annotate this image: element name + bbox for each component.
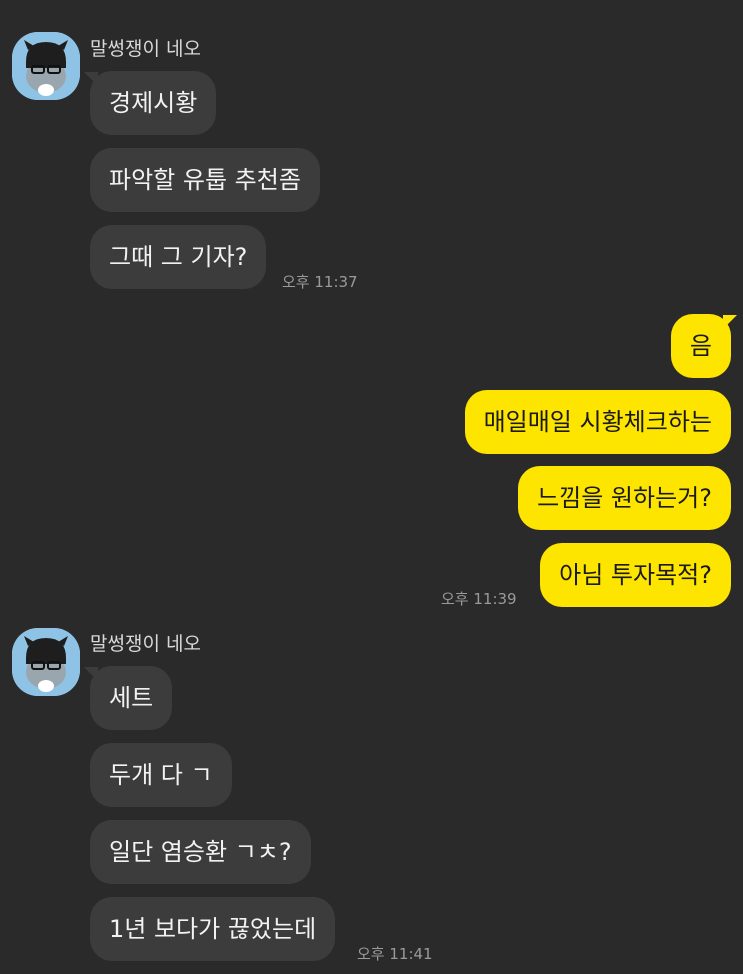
message-bubble[interactable]: 파악할 유툽 추천좀 xyxy=(90,148,320,212)
message-bubble[interactable]: 음 xyxy=(670,314,731,378)
sender-name: 말썽쟁이 네오 xyxy=(90,38,201,60)
message-bubble[interactable]: 두개 다 ㄱ xyxy=(90,743,232,807)
cat-character-icon xyxy=(12,32,80,100)
sender-name: 말썽쟁이 네오 xyxy=(90,633,201,655)
message-bubble[interactable]: 그때 그 기자? xyxy=(90,225,267,289)
message-bubble[interactable]: 경제시황 xyxy=(90,71,217,135)
message-bubble[interactable]: 세트 xyxy=(90,666,173,730)
message-timestamp: 오후 11:37 xyxy=(282,273,358,291)
message-bubble[interactable]: 1년 보다가 끊었는데 xyxy=(90,897,336,961)
message-bubble[interactable]: 일단 염승환 ㄱㅊ? xyxy=(90,820,311,884)
avatar[interactable] xyxy=(12,32,80,100)
message-timestamp: 오후 11:41 xyxy=(357,945,433,963)
message-bubble[interactable]: 아님 투자목적? xyxy=(540,543,731,607)
message-timestamp: 오후 11:39 xyxy=(441,590,517,608)
avatar[interactable] xyxy=(12,628,80,696)
cat-character-icon xyxy=(12,628,80,696)
message-bubble[interactable]: 매일매일 시황체크하는 xyxy=(464,390,731,454)
message-bubble[interactable]: 느낌을 원하는거? xyxy=(518,466,731,530)
